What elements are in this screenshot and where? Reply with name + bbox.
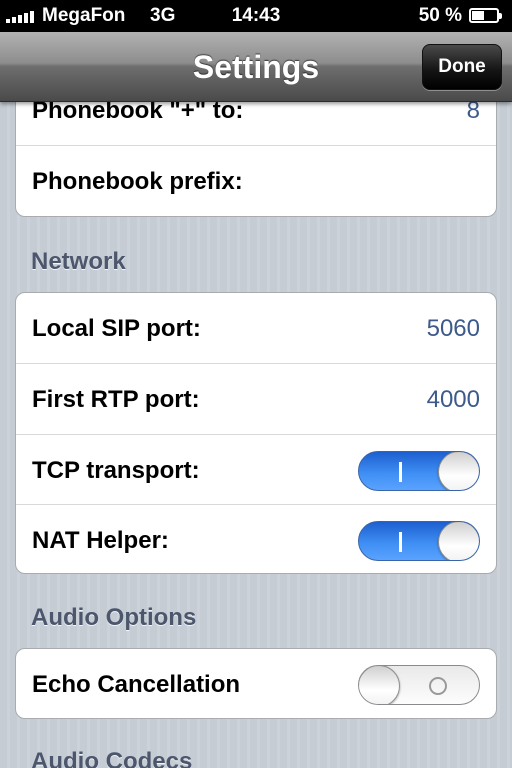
- toggle-on-bar-icon: [399, 462, 402, 482]
- echo-cancellation-toggle[interactable]: [358, 665, 480, 705]
- local-sip-port-label: Local SIP port:: [32, 315, 201, 342]
- status-bar: MegaFon 3G 14:43 50 %: [0, 0, 512, 32]
- network-group: Local SIP port: 5060 First RTP port: 400…: [15, 292, 497, 574]
- network-section-header: Network: [31, 248, 126, 275]
- nat-helper-label: NAT Helper:: [32, 527, 169, 554]
- nat-helper-toggle[interactable]: [358, 521, 480, 561]
- tcp-transport-label: TCP transport:: [32, 457, 200, 484]
- audio-options-section-header: Audio Options: [31, 604, 197, 631]
- phonebook-prefix-label: Phonebook prefix:: [32, 168, 243, 195]
- nat-helper-row: NAT Helper:: [16, 505, 496, 573]
- local-sip-port-row[interactable]: Local SIP port: 5060: [16, 293, 496, 364]
- local-sip-port-value: 5060: [426, 315, 480, 342]
- audio-codecs-section-header: Audio Codecs: [31, 748, 193, 768]
- audio-options-group: Echo Cancellation: [15, 648, 497, 719]
- first-rtp-port-value: 4000: [426, 386, 480, 413]
- done-button[interactable]: Done: [422, 44, 502, 90]
- tcp-transport-toggle[interactable]: [358, 451, 480, 491]
- battery-percentage: 50 %: [418, 5, 462, 26]
- toggle-off-ring-icon: [429, 677, 447, 695]
- first-rtp-port-row[interactable]: First RTP port: 4000: [16, 364, 496, 435]
- toggle-knob[interactable]: [438, 522, 479, 560]
- first-rtp-port-label: First RTP port:: [32, 386, 200, 413]
- toggle-knob[interactable]: [438, 452, 479, 490]
- echo-cancellation-label: Echo Cancellation: [32, 671, 241, 698]
- toggle-knob[interactable]: [359, 666, 400, 704]
- tcp-transport-row: TCP transport:: [16, 435, 496, 505]
- toggle-on-bar-icon: [399, 532, 402, 552]
- navigation-bar: Settings Done: [0, 32, 512, 102]
- battery-icon: [469, 8, 502, 23]
- echo-cancellation-row: Echo Cancellation: [16, 649, 496, 718]
- phonebook-prefix-row[interactable]: Phonebook prefix:: [16, 146, 496, 216]
